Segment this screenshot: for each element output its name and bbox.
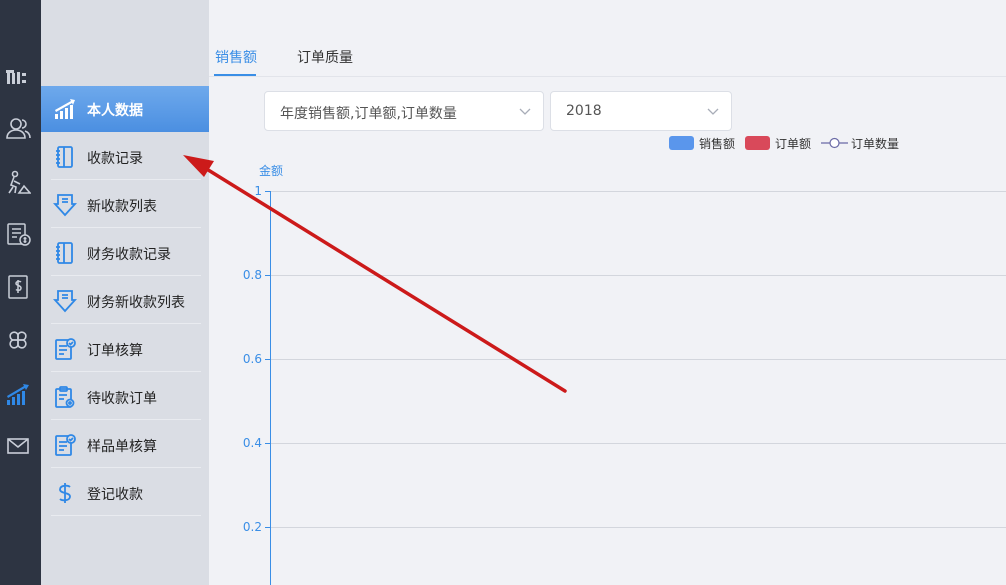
- sales-chart: 金额 1 0.8 0.6 0.4 0.2: [243, 163, 1006, 585]
- y-axis-label: 金额: [259, 163, 283, 178]
- y-tick-label: 0.8: [243, 268, 262, 282]
- y-tick-label: 0.2: [243, 520, 262, 534]
- y-tick-label: 1: [254, 184, 262, 198]
- y-tick-label: 0.4: [243, 436, 262, 450]
- y-tick-label: 0.6: [243, 352, 262, 366]
